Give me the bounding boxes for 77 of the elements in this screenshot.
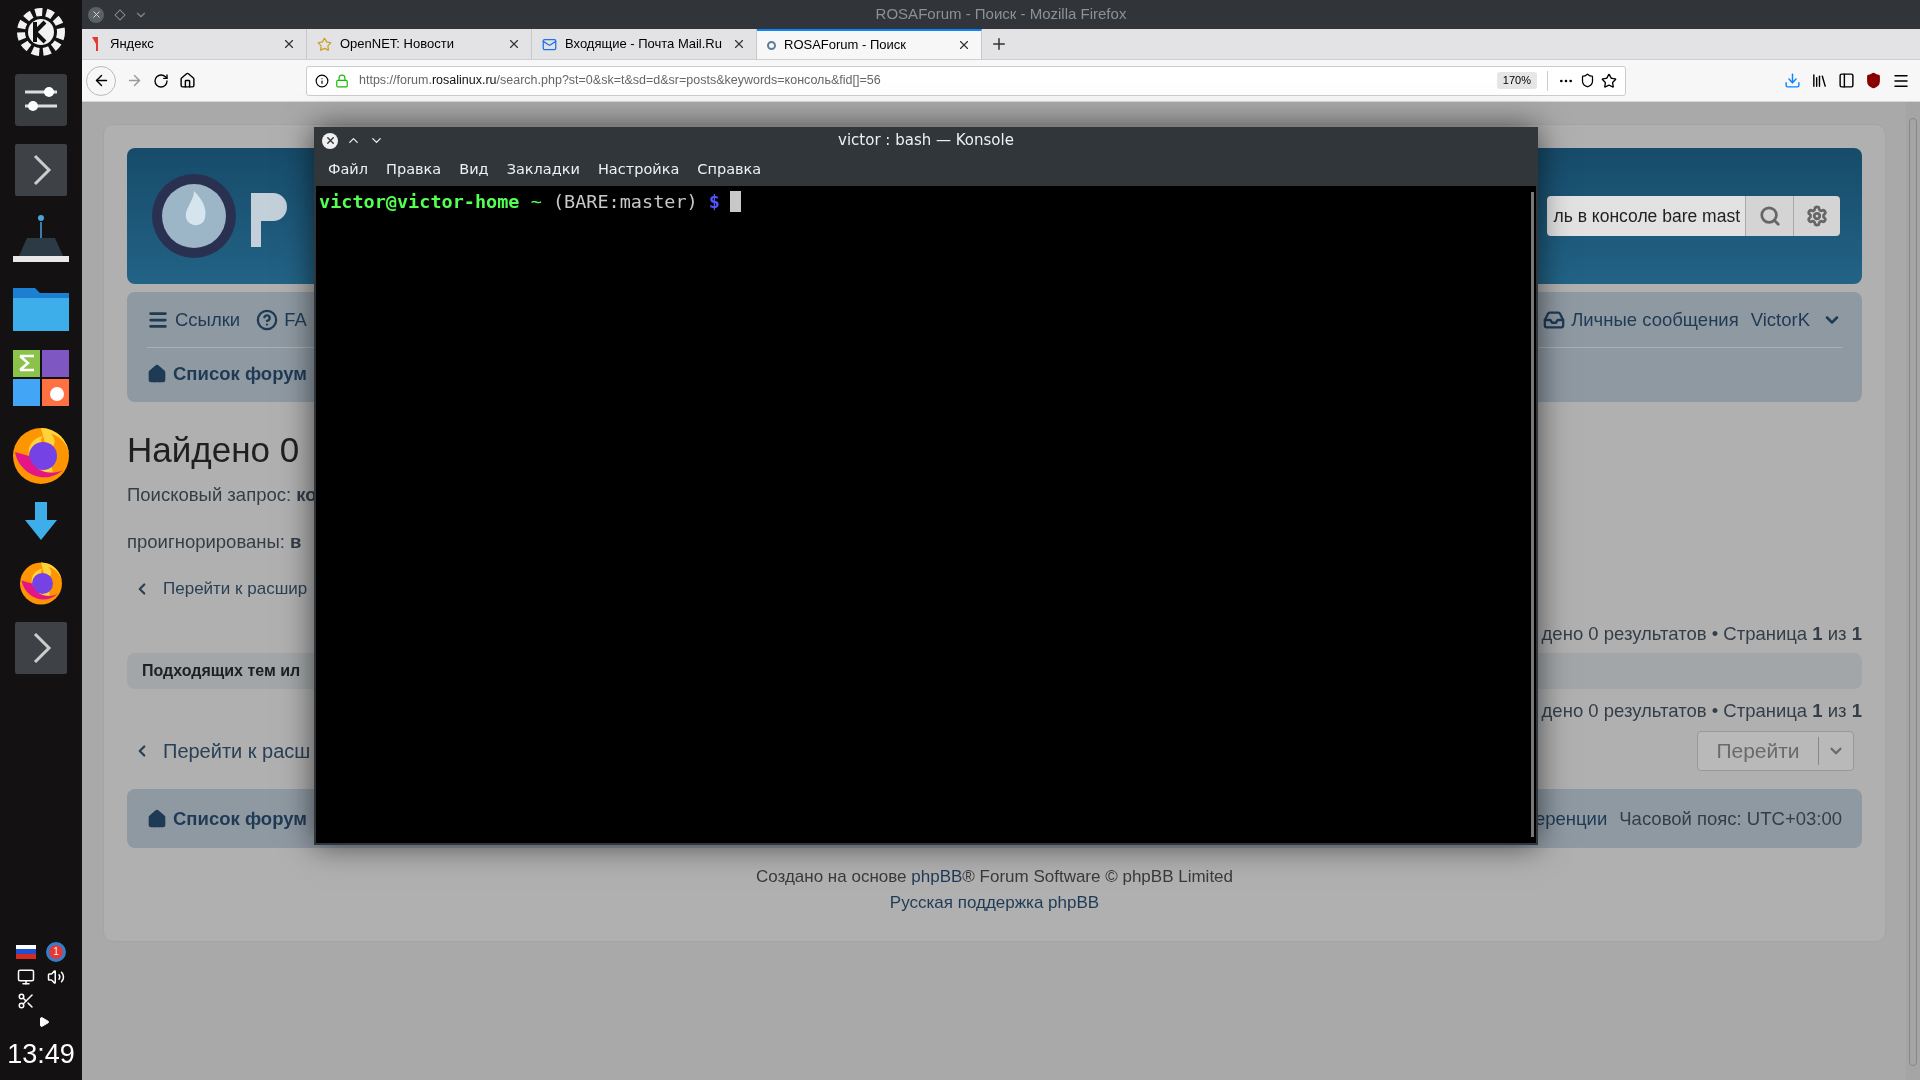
advanced-search-link[interactable]: Перейти к расшир [163,576,308,602]
terminal[interactable]: victor@victor-home ~ (BARE:master) $ [316,186,1536,843]
credits-text: Создано на основе phpBB® Forum Software © phpBB Limited [755,866,1234,888]
ignored-words: проигнорированы: в [127,530,303,555]
close-tab-icon[interactable] [282,37,296,51]
settings-icon [1806,205,1828,227]
window-title: ROSAForum - Поиск - Mozilla Firefox [875,4,1127,25]
library-icon[interactable] [1811,72,1828,89]
zoom-level[interactable]: 170% [1496,72,1537,89]
menu-item[interactable]: Закладки [498,159,588,181]
slider-settings-icon[interactable] [13,72,69,128]
pagination-info: дено 0 результатов • Страница 1 из 1 [1541,621,1862,646]
menu-item[interactable]: Справка [689,159,770,181]
browser-tab[interactable]: ROSAForum - Поиск [757,29,982,59]
menu-item[interactable]: Файл [320,159,377,181]
close-icon[interactable] [88,6,104,23]
browser-tab[interactable]: OpenNET: Новости [307,29,532,59]
kde-gear-icon[interactable] [15,6,67,58]
menu-item[interactable]: Вид [451,159,497,181]
close-tab-icon[interactable] [732,37,746,51]
info-icon[interactable] [315,73,329,88]
office-suite-icon[interactable] [11,348,71,408]
text-cursor [730,191,741,213]
timezone-text: Часовой пояс: UTC+03:00 [1619,806,1842,831]
help-icon [256,308,279,331]
search-icon [1758,205,1781,227]
chevron-right-icon[interactable] [13,142,69,198]
close-tab-icon[interactable] [507,37,521,51]
terminal-prompt: victor@victor-home ~ (BARE:master) $ [319,190,720,214]
bookmark-star-icon[interactable] [1601,72,1617,89]
site-logo-icon [767,40,776,50]
nav-link[interactable]: FA [256,305,307,334]
close-icon [324,135,336,146]
home-icon[interactable] [179,72,196,89]
close-tab-icon[interactable] [957,38,971,52]
reload-icon[interactable] [153,72,169,89]
breadcrumb-link[interactable]: Список форум [147,360,307,388]
user-menu[interactable]: VictorK [1750,305,1842,334]
lock-icon[interactable] [335,73,349,88]
page-heading: Найдено 0 [127,429,301,471]
sidebar-icon[interactable] [1838,72,1855,89]
new-tab-icon[interactable] [990,35,1008,53]
phpbb-link[interactable]: phpBB [911,867,963,886]
settings-button[interactable] [1793,196,1840,236]
search-field[interactable]: ль в консоле bare mast [1547,196,1745,236]
mail-icon [542,36,557,52]
scissors-icon[interactable] [17,991,35,1010]
shield-icon[interactable] [1865,72,1882,89]
menu-item[interactable]: Настройка [589,159,688,181]
download-icon[interactable] [1784,72,1801,89]
support-link[interactable]: Русская поддержка phpBB [889,889,1100,915]
notification-badge[interactable]: 1 [46,941,66,962]
nav-link[interactable]: Личные сообщения [1543,305,1739,334]
breadcrumb-link[interactable]: Список форум [147,804,307,833]
expand-tray-icon[interactable] [38,1015,50,1028]
menu-item[interactable]: Правка [378,159,450,181]
home-icon [147,364,167,384]
scrollbar[interactable] [1906,102,1920,1080]
window-title: victor : bash — Konsole [838,130,1014,152]
notice-text: Подходящих тем ил [142,661,301,682]
russian-flag-icon[interactable] [16,944,36,959]
advanced-search-link[interactable]: Перейти к расш [163,736,311,766]
volume-icon[interactable] [47,967,65,986]
forward-icon[interactable] [126,72,143,89]
url-text: https://forum.rosalinux.ru/search.php?st=0&sk=t&sd=d&sr=posts&keywords=консоль&fid[]=56 [359,72,881,90]
network-icon[interactable] [17,967,35,986]
address-bar[interactable]: https://forum.rosalinux.ru/search.php?st=0&sk=t&sd=d&sr=posts&keywords=консоль&fid[]=56 170% [306,65,1626,96]
browser-tab[interactable]: Яндекс [82,29,307,59]
search-button[interactable] [1745,196,1793,236]
star-icon [317,36,332,52]
pagination-info: дено 0 результатов • Страница 1 из 1 [1541,699,1862,724]
chevron-right-icon[interactable] [13,620,69,676]
clock[interactable]: 13:49 [7,1033,75,1074]
footer-link[interactable]: еренции [1534,804,1608,833]
nav-link[interactable]: Ссылки [147,305,241,334]
close-button[interactable] [322,132,338,149]
home-icon [147,808,167,829]
